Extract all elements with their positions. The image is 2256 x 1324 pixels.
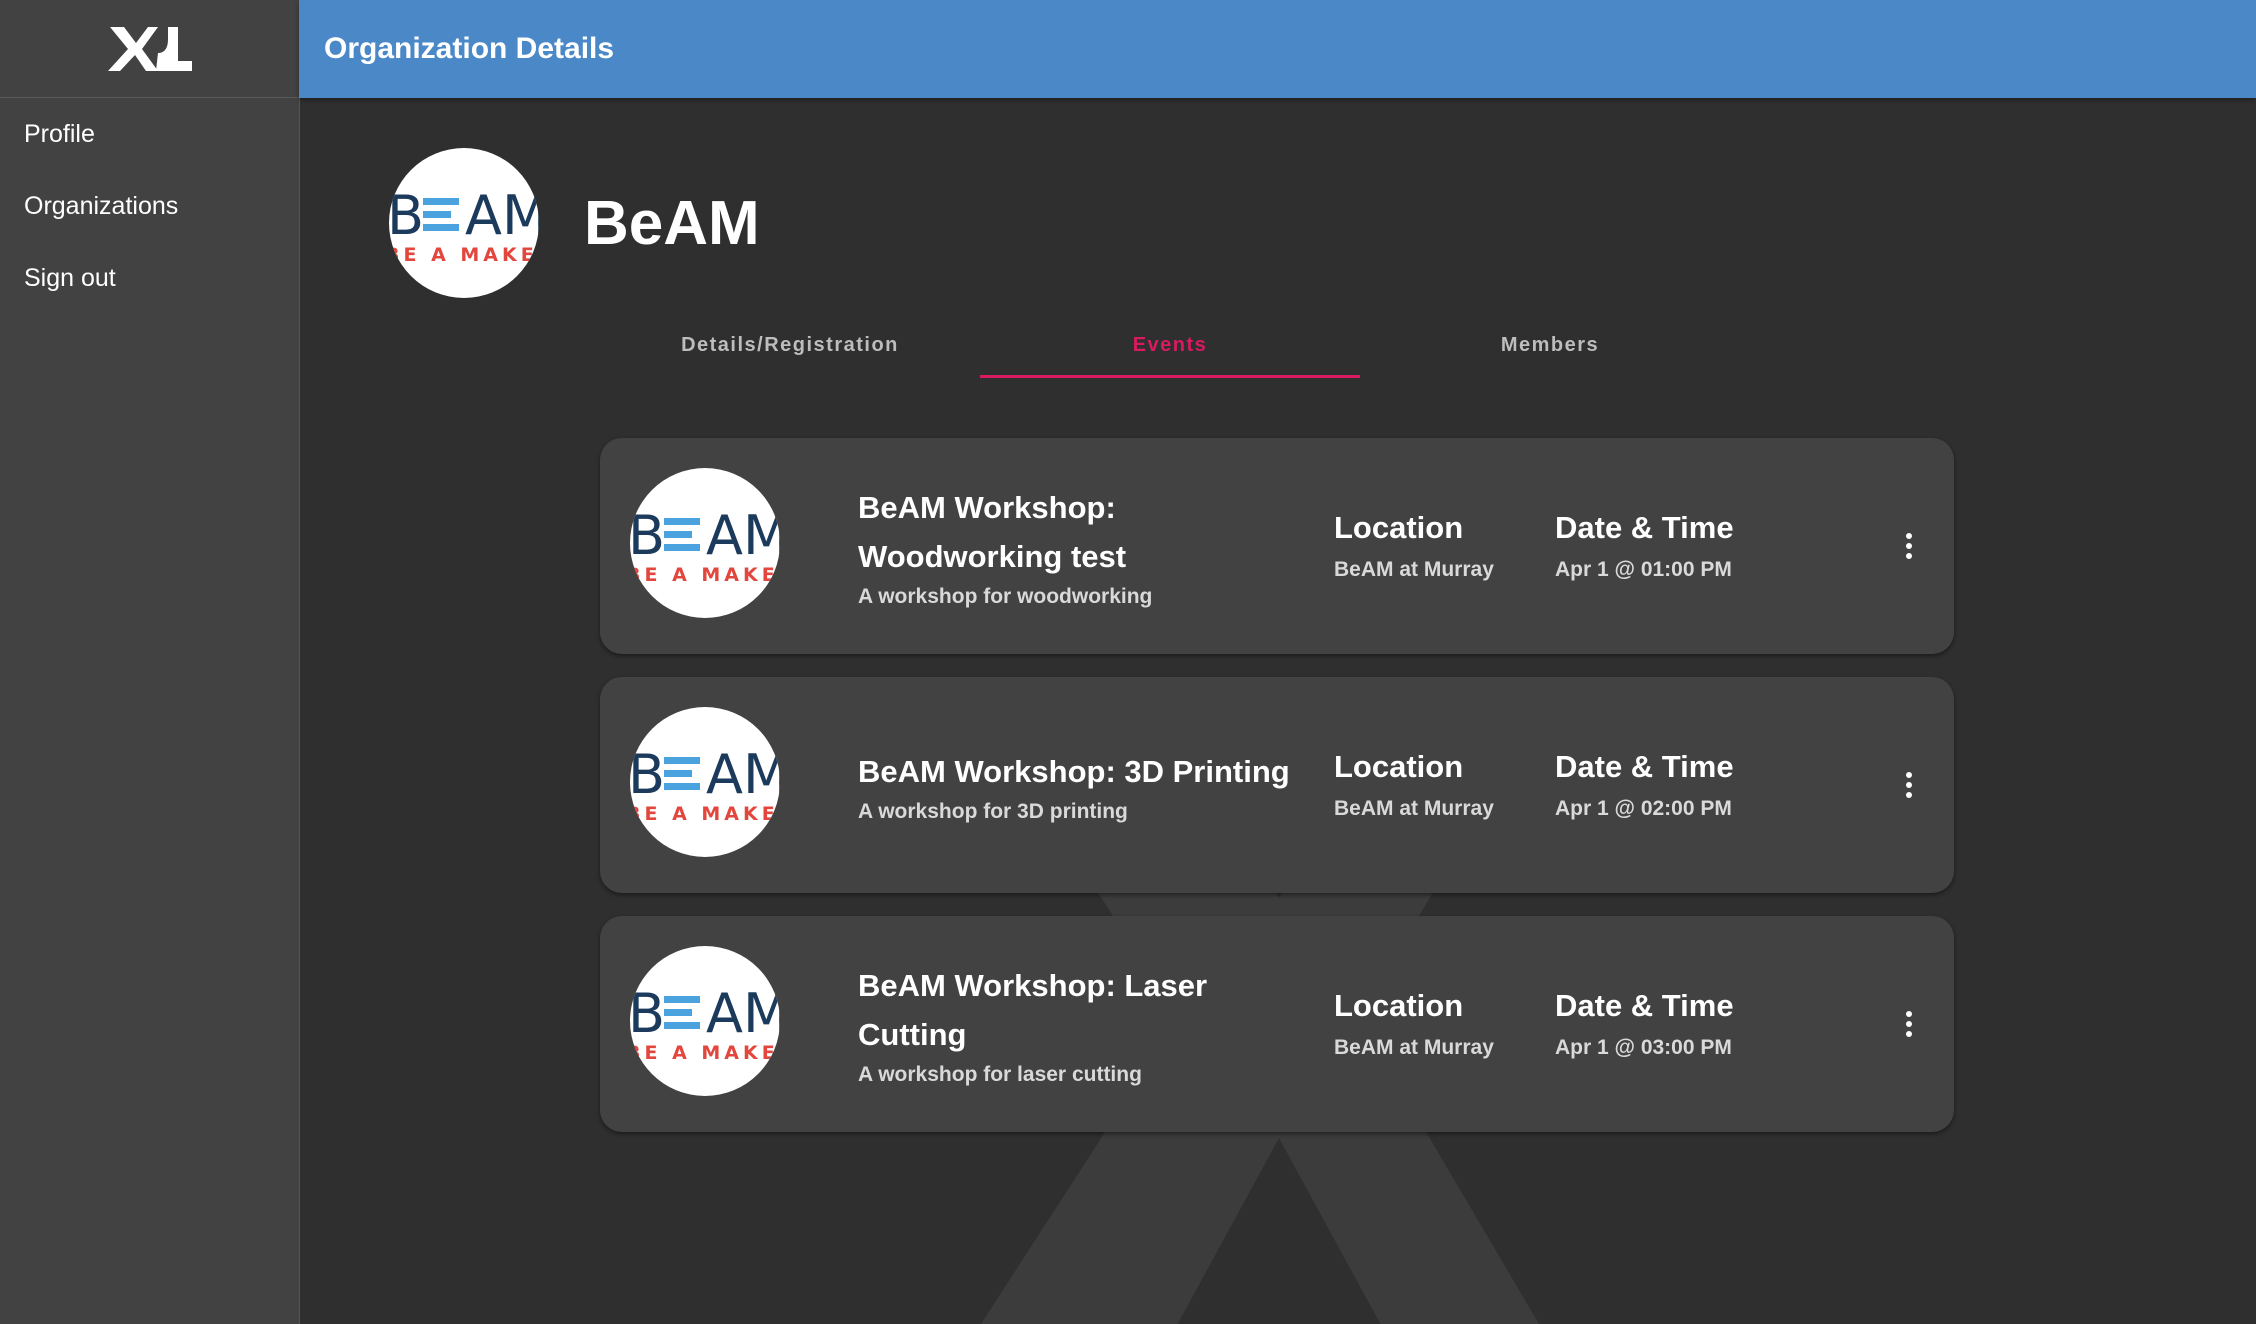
svg-text:B: B: [389, 184, 424, 247]
event-description: A workshop for laser cutting: [858, 1063, 1142, 1086]
tab-members[interactable]: Members: [1360, 313, 1740, 378]
datetime-value: Apr 1 @ 02:00 PM: [1555, 797, 1732, 820]
datetime-label: Date & Time: [1555, 510, 1734, 545]
datetime-label: Date & Time: [1555, 749, 1734, 784]
sidebar-item-label: Profile: [24, 119, 95, 148]
event-location: Location BeAM at Murray: [1334, 916, 1494, 1132]
location-value: BeAM at Murray: [1334, 1036, 1494, 1059]
location-value: BeAM at Murray: [1334, 558, 1494, 581]
event-info: BeAM Workshop: Laser Cutting A workshop …: [858, 916, 1318, 1132]
beam-logo-icon: B AM BE A MAKER: [389, 184, 539, 266]
svg-text:BE A MAKER: BE A MAKER: [389, 244, 539, 266]
app-header: Organization Details: [299, 0, 2256, 98]
tab-bar: Details/Registration Events Members: [600, 313, 1740, 378]
beam-logo-icon: B AM BE A MAKER: [630, 504, 780, 586]
event-title: BeAM Workshop: Laser Cutting: [858, 968, 1208, 1052]
more-options-icon[interactable]: [1894, 526, 1924, 566]
event-description: A workshop for woodworking: [858, 585, 1153, 608]
svg-text:AM: AM: [706, 504, 780, 567]
datetime-value: Apr 1 @ 03:00 PM: [1555, 1036, 1732, 1059]
svg-text:B: B: [630, 982, 665, 1045]
event-location: Location BeAM at Murray: [1334, 677, 1494, 893]
sidebar-item-profile[interactable]: Profile: [0, 98, 299, 170]
org-header: B AM BE A MAKER BeAM: [389, 148, 760, 298]
event-info: BeAM Workshop: Woodworking test A worksh…: [858, 438, 1318, 654]
beam-logo: B AM BE A MAKER: [630, 946, 780, 1096]
event-card[interactable]: B AM BE A MAKER BeAM Workshop: Laser Cut…: [600, 916, 1954, 1132]
sidebar-item-label: Sign out: [24, 263, 116, 292]
more-options-icon[interactable]: [1894, 1004, 1924, 1044]
beam-logo: B AM BE A MAKER: [630, 707, 780, 857]
event-title: BeAM Workshop: Woodworking test: [858, 490, 1127, 574]
svg-text:AM: AM: [706, 743, 780, 806]
event-description: A workshop for 3D printing: [858, 799, 1128, 823]
event-title: BeAM Workshop: 3D Printing: [858, 753, 1290, 789]
event-list: B AM BE A MAKER BeAM Workshop: Woodworki…: [600, 438, 1954, 1155]
datetime-label: Date & Time: [1555, 988, 1734, 1023]
svg-text:AM: AM: [706, 982, 780, 1045]
event-datetime: Date & Time Apr 1 @ 03:00 PM: [1555, 916, 1734, 1132]
event-info: BeAM Workshop: 3D Printing A workshop fo…: [858, 677, 1318, 893]
location-label: Location: [1334, 749, 1464, 784]
sidebar-item-organizations[interactable]: Organizations: [0, 170, 299, 242]
svg-text:B: B: [630, 504, 665, 567]
event-location: Location BeAM at Murray: [1334, 438, 1494, 654]
svg-text:BE A MAKER: BE A MAKER: [630, 803, 780, 825]
xl-logo-icon: [107, 26, 192, 71]
app-logo[interactable]: [0, 0, 299, 98]
svg-text:BE A MAKER: BE A MAKER: [630, 1042, 780, 1064]
tab-events[interactable]: Events: [980, 313, 1360, 378]
main-content: B AM BE A MAKER BeAM Details/Registratio…: [299, 98, 2256, 1324]
svg-text:BE A MAKER: BE A MAKER: [630, 564, 780, 586]
location-value: BeAM at Murray: [1334, 797, 1494, 820]
org-name: BeAM: [584, 188, 760, 258]
location-label: Location: [1334, 988, 1464, 1023]
page-title: Organization Details: [324, 32, 615, 65]
sidebar-item-label: Organizations: [24, 191, 179, 220]
more-options-icon[interactable]: [1894, 765, 1924, 805]
sidebar-item-sign-out[interactable]: Sign out: [0, 242, 299, 314]
event-datetime: Date & Time Apr 1 @ 02:00 PM: [1555, 677, 1734, 893]
beam-logo: B AM BE A MAKER: [389, 148, 539, 298]
beam-logo-icon: B AM BE A MAKER: [630, 982, 780, 1064]
beam-logo: B AM BE A MAKER: [630, 468, 780, 618]
sidebar: Profile Organizations Sign out: [0, 0, 300, 1324]
datetime-value: Apr 1 @ 01:00 PM: [1555, 558, 1732, 581]
svg-text:AM: AM: [465, 184, 539, 247]
event-card[interactable]: B AM BE A MAKER BeAM Workshop: Woodworki…: [600, 438, 1954, 654]
svg-text:B: B: [630, 743, 665, 806]
tab-details-registration[interactable]: Details/Registration: [600, 313, 980, 378]
location-label: Location: [1334, 510, 1464, 545]
event-datetime: Date & Time Apr 1 @ 01:00 PM: [1555, 438, 1734, 654]
beam-logo-icon: B AM BE A MAKER: [630, 743, 780, 825]
event-card[interactable]: B AM BE A MAKER BeAM Workshop: 3D Printi…: [600, 677, 1954, 893]
